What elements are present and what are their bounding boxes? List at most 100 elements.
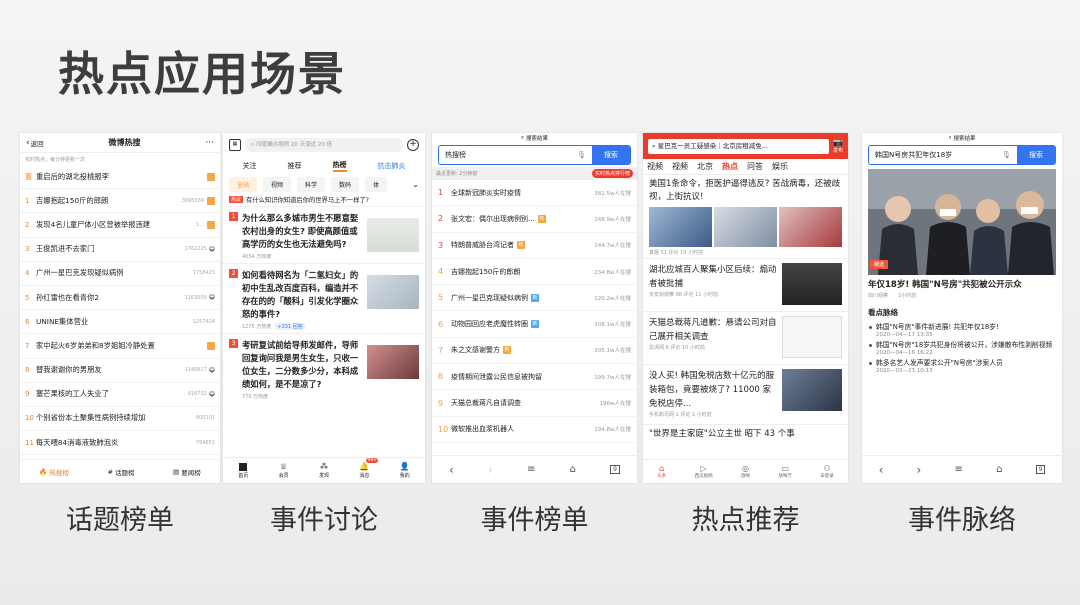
realtime-ranking-link[interactable]: 实时热点排行榜 xyxy=(591,169,633,178)
home-icon[interactable]: ⌂ xyxy=(570,464,576,475)
news-item[interactable]: 天猫总裁蒋凡道歉：悬请公司对自己展开相关调查 澎湃网 8 评论 10 小时前 xyxy=(643,312,848,365)
hot-list-item[interactable]: 4 吉娜抱起150斤的郎朗 234.8w人在搜 xyxy=(432,259,637,286)
tab-vip[interactable]: ♕ 会员 xyxy=(279,462,289,479)
hot-list-item[interactable]: 5 广州一星巴克现疑似病例新 220.2w人在搜 xyxy=(432,285,637,312)
more-icon[interactable]: ··· xyxy=(205,138,214,148)
hot-list-item[interactable]: 3 特朗普威胁台湾记者热 244.7w人在搜 xyxy=(432,233,637,259)
hot-list-item[interactable]: 2 张文宏：偶尔出现病例别... 热 248.9w人在搜 xyxy=(432,206,637,233)
hot-search-item[interactable]: 9 塞芒果核的工人失业了 916732 😄 xyxy=(20,383,220,407)
hot-item[interactable]: 2 如何看待网名为「二氢妇女」的初中生乱改百度百科，编造并不存在的的「酸科」引发… xyxy=(223,264,425,334)
headline[interactable]: 年仅18岁! 韩国"N号房"共犯被公开示众 xyxy=(862,275,1062,290)
tab-topic[interactable]: # 话题榜 xyxy=(107,467,134,477)
hot-item[interactable]: 3 考研复试前给导师发邮件，导师回复询问我是男生女生，只收一位女生，二分数多少分… xyxy=(223,334,425,403)
back-button[interactable]: ‹ 返回 xyxy=(26,138,44,148)
search-input[interactable]: ⌕ 星巴克一员工疑感染｜北京房租减免... xyxy=(648,138,829,154)
tabs-icon[interactable]: 9 xyxy=(1035,465,1046,474)
search-input[interactable]: ⌕ 印度确诊病例 20 天涨近 20 倍 xyxy=(245,138,403,152)
search-input[interactable]: 韩国N号房共犯年仅18岁 xyxy=(869,150,1002,160)
hot-search-item[interactable]: 10 个别省份本土聚集性病例持续增加 800101 xyxy=(20,407,220,432)
hot-search-item[interactable]: 置重启后的湖北投桃报李 xyxy=(20,165,220,190)
hot-search-item[interactable]: 2 发现4名儿童尸体小区曾被举报违建 1... xyxy=(20,213,220,238)
hot-list-item[interactable]: 1 全球新冠肺炎实时疫情 381.5w人在搜 xyxy=(432,180,637,207)
hot-search-item[interactable]: 7 家中起火6岁弟弟和8岁姐姐冷静处置 xyxy=(20,334,220,359)
news-item[interactable]: 湖北应城百人聚集小区后续：煽动者被批捕 长安剑观察 98 评论 11 小时前 xyxy=(643,259,848,312)
tab-entertainment[interactable]: 娱乐 xyxy=(772,161,788,172)
tab-screening[interactable]: ◎ 放映 xyxy=(741,464,750,479)
plus-circle-icon[interactable]: + xyxy=(407,139,419,151)
hot-list-item[interactable]: 8 疫情期间泄露公民信息被拘留 199.7w人在搜 xyxy=(432,364,637,391)
tab-hot[interactable]: 热榜 xyxy=(332,160,347,172)
tab-discover[interactable]: ⁂ 发现 xyxy=(319,462,329,479)
tabs-icon[interactable]: 9 xyxy=(610,465,620,474)
tab-me[interactable]: 👤 我的 xyxy=(400,462,410,479)
news-item[interactable]: 美国1条命令，拒医护逼得逃反? 苦战病毒，还被歧视，上街抗议! 真晨 51 评论… xyxy=(643,175,848,259)
news-thumbnail xyxy=(782,369,842,411)
tab-hot[interactable]: 热点 xyxy=(722,161,738,172)
hot-list-item[interactable]: 7 朱之文感谢警方热 205.1w人在搜 xyxy=(432,338,637,365)
news-item[interactable]: "世界是主家庭"公立主世 昭下 43 个事 xyxy=(643,425,848,443)
chip-video[interactable]: 视频 xyxy=(263,176,292,192)
tab-xigua[interactable]: ▷ 西瓜视频 xyxy=(695,464,713,479)
search-button[interactable]: 搜索 xyxy=(592,146,630,164)
forward-icon[interactable]: › xyxy=(917,463,922,477)
chevron-down-icon[interactable]: ⌄ xyxy=(412,180,419,189)
hot-search-item[interactable]: 4 广州一星巴克发现疑似病例 1758423 xyxy=(20,262,220,286)
hot-search-item[interactable]: 11 每天喂84消毒液致肺泡炎 764651 xyxy=(20,431,220,456)
hot-list: 置重启后的湖北投桃报李 1 吉娜抱起150斤的郎朗 3095569 2 发现4名儿童尸体小… xyxy=(20,165,220,456)
forward-icon[interactable]: › xyxy=(488,463,493,477)
hot-list-item[interactable]: 10 微软推出血浆机器人 194.8w人在搜 xyxy=(432,417,637,443)
chip-sports[interactable]: 体 xyxy=(365,176,388,192)
tab-anti-pneumonia[interactable]: 抗击肺炎 xyxy=(378,161,406,171)
hot-search-item[interactable]: 3 王俊凯进不去家门 1762225 😄 xyxy=(20,238,220,262)
tab-qa[interactable]: 问答 xyxy=(747,161,763,172)
tab-video[interactable]: 视频 xyxy=(647,161,663,172)
tab-theater[interactable]: ▭ 放映厅 xyxy=(778,464,792,479)
hot-search-item[interactable]: 5 孙红雷也在看青你2 1263059 😄 xyxy=(20,286,220,311)
rank: 1 xyxy=(25,196,30,205)
featured-badge: 精选 xyxy=(870,260,889,269)
tab-video-2[interactable]: 视频 xyxy=(672,161,688,172)
tab-beijing[interactable]: 北京 xyxy=(697,161,713,172)
heat-value: 1758423 xyxy=(192,270,215,277)
rank-badge: 1 xyxy=(229,212,238,221)
chip-science[interactable]: 科学 xyxy=(297,176,326,192)
chip-all[interactable]: 全站 xyxy=(229,176,258,192)
home-icon[interactable]: ⌂ xyxy=(996,464,1002,475)
heat-value: 916732 xyxy=(187,391,207,398)
timeline-event[interactable]: 韩多名艺人发声要求公开"N号房"涉案人员 2020—03—23 10:13 xyxy=(862,356,1062,374)
home-icon: ⌂ xyxy=(659,464,665,473)
tab-recommend[interactable]: 推荐 xyxy=(288,161,302,171)
microphone-icon[interactable]: 🎙 xyxy=(577,151,586,159)
tab-headline[interactable]: ⌂ 头条 xyxy=(657,464,666,479)
microphone-icon[interactable]: 🎙 xyxy=(1002,151,1011,159)
calendar-icon[interactable]: ▦ xyxy=(229,139,241,151)
back-icon[interactable]: ‹ xyxy=(449,463,454,477)
hot-list-item[interactable]: 9 天猫总裁蒋凡自请调查 196w人在搜 xyxy=(432,390,637,417)
search-count: 196w人在搜 xyxy=(599,401,632,408)
menu-icon[interactable]: ≡ xyxy=(527,464,535,475)
news-item[interactable]: 没人买! 韩国免税店数十亿元的服装箱包，竟要被烧了? 11000 家免税店停..… xyxy=(643,365,848,425)
tab-follow[interactable]: 关注 xyxy=(243,161,257,171)
hot-question-bar[interactable]: 热议 有什么知识你知道后你的世界马上不一样了? xyxy=(223,193,425,207)
search-count: 248.9w人在搜 xyxy=(594,216,631,223)
rank: 7 xyxy=(438,345,444,355)
menu-icon[interactable]: ≡ xyxy=(955,464,963,475)
search-input[interactable]: 热搜榜 xyxy=(439,150,577,160)
hero-image[interactable]: 精选 xyxy=(868,169,1056,275)
search-button[interactable]: 搜索 xyxy=(1017,146,1055,164)
tab-hot-search[interactable]: 🔥 热搜榜 xyxy=(39,467,69,477)
tab-news[interactable]: ▤ 要闻榜 xyxy=(173,467,201,477)
chip-digital[interactable]: 数码 xyxy=(331,176,360,192)
hot-item[interactable]: 1 为什么那么多城市男生不愿意娶农村出身的女生? 即使高颜值或高学历的女生也无法… xyxy=(223,207,425,264)
publish-button[interactable]: 📷 发布 xyxy=(833,138,843,154)
tab-login[interactable]: ⚇ 未登录 xyxy=(820,464,834,479)
timeline-event[interactable]: 韩国"N号房"18岁共犯身份将被公开，涉嫌散布性剥削视频 2020—04—16 1… xyxy=(862,338,1062,356)
hot-list-item[interactable]: 6 动物园回应老虎魔性转圈新 208.1w人在搜 xyxy=(432,311,637,338)
hot-search-item[interactable]: 1 吉娜抱起150斤的郎朗 3095569 xyxy=(20,189,220,214)
hot-search-item[interactable]: 6 UNINE集体营业 1257424 xyxy=(20,310,220,335)
tab-home[interactable]: 首页 xyxy=(238,462,248,479)
hot-search-item[interactable]: 8 替我谢谢你的男朋友 1140817 😄 xyxy=(20,359,220,383)
tab-messages[interactable]: 🔔 99+ 消息 xyxy=(359,458,378,479)
back-icon[interactable]: ‹ xyxy=(879,463,884,477)
timeline-event[interactable]: 韩国"N号房"事件新进展! 共犯年仅18岁! 2020—04—17 13:35 xyxy=(862,320,1062,338)
